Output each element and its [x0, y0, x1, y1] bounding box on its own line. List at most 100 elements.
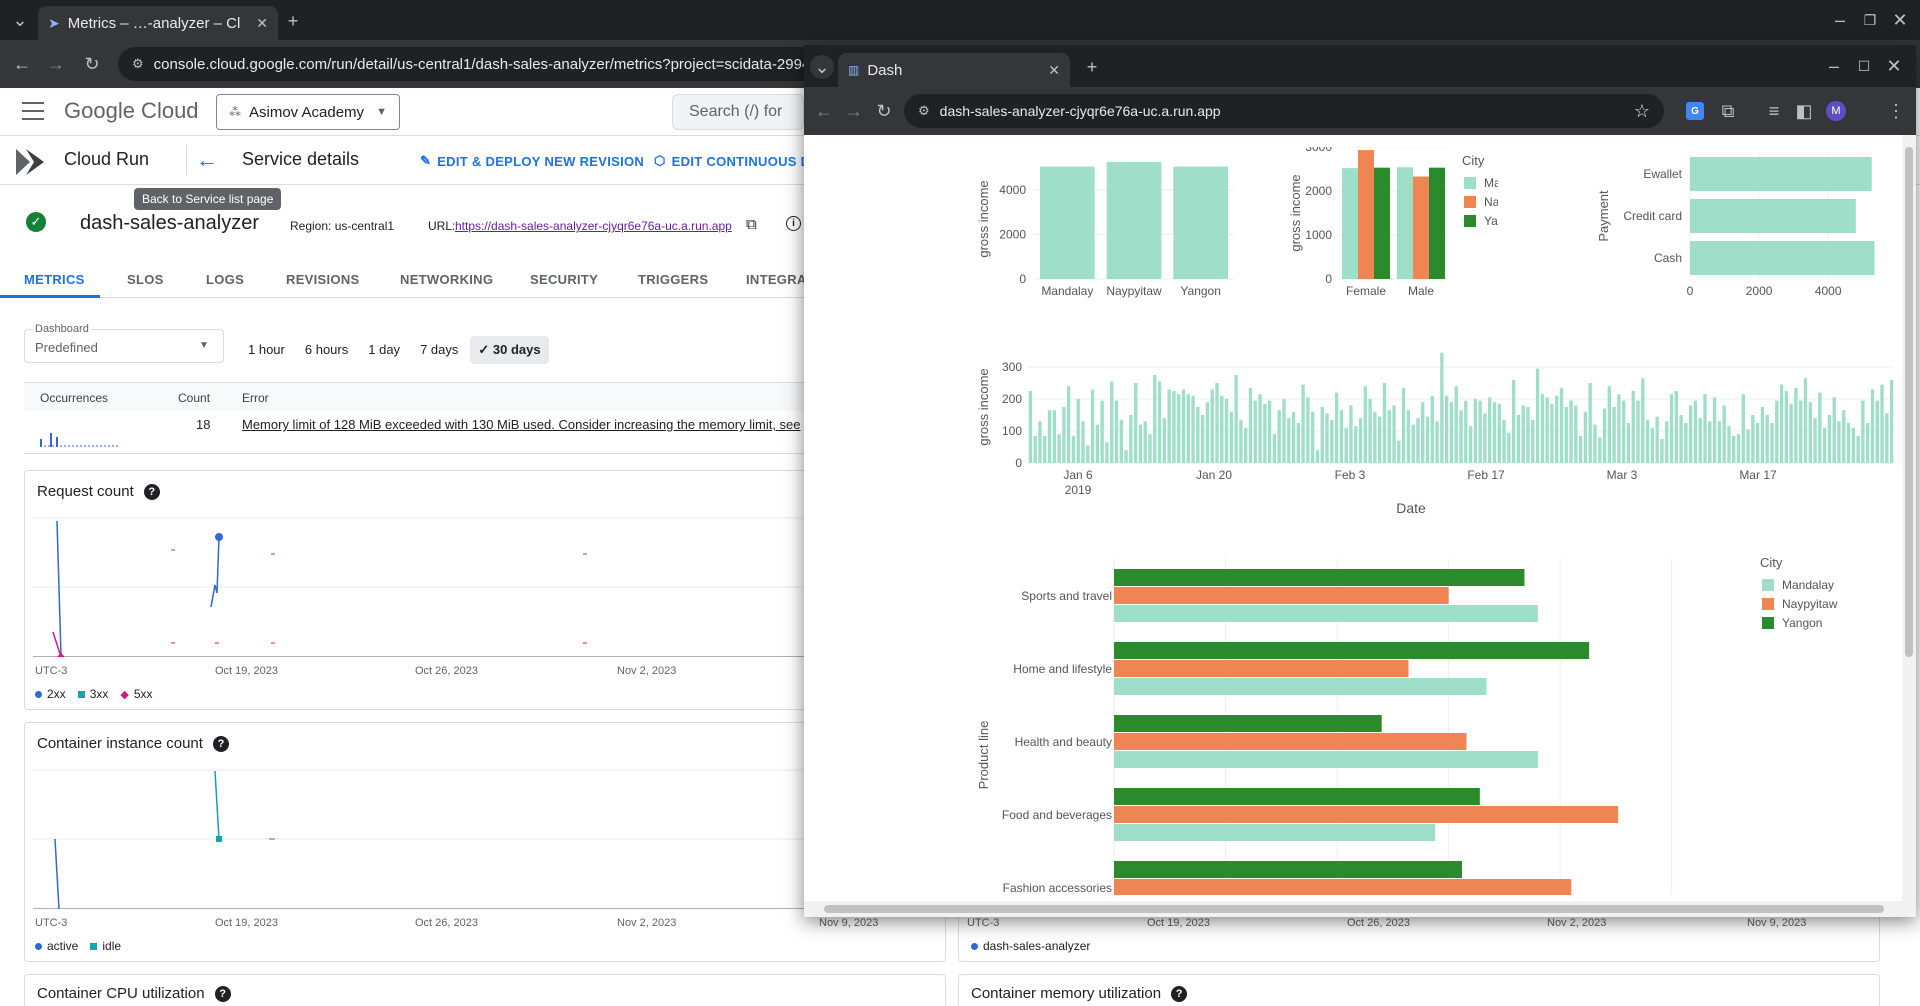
restore-icon[interactable]: ❐ [1860, 10, 1880, 30]
media-control-icon[interactable]: ≡ [1764, 101, 1784, 121]
date-bar [1775, 400, 1779, 463]
date-bar [1200, 415, 1205, 463]
tab-networking[interactable]: NETWORKING [400, 272, 493, 287]
error-message-link[interactable]: Memory limit of 128 MiB exceeded with 13… [242, 417, 801, 432]
back-icon[interactable]: ← [12, 54, 32, 74]
edit-continuous-button[interactable]: ⬡ EDIT CONTINUOUS DE [654, 153, 819, 169]
close-window-icon[interactable]: ✕ [1884, 56, 1904, 76]
x-tick-label: Mar 3 [1607, 468, 1638, 482]
date-bar [1157, 381, 1162, 463]
reload-icon[interactable]: ↻ [82, 54, 102, 74]
dash-tab[interactable]: ▥ Dash ✕ [838, 53, 1070, 87]
date-bar [1866, 423, 1870, 463]
hamburger-menu-icon[interactable] [22, 102, 44, 120]
tab-revisions[interactable]: REVISIONS [286, 272, 360, 287]
bar-naypyitaw-home-and-lifestyle [1114, 660, 1409, 677]
horizontal-scroll-thumb[interactable] [824, 905, 1884, 913]
tab-slos[interactable]: SLOS [127, 272, 164, 287]
horizontal-scrollbar[interactable] [804, 901, 1916, 917]
range-30-days-label: 30 days [492, 342, 541, 357]
edit-deploy-button[interactable]: ✎ EDIT & DEPLOY NEW REVISION [420, 153, 644, 169]
date-bar [1511, 379, 1516, 463]
new-tab-icon[interactable]: + [1080, 55, 1104, 79]
legend-5xx[interactable]: ◆ 5xx [120, 687, 152, 701]
vertical-scroll-thumb[interactable] [1905, 147, 1913, 657]
date-bar [1330, 419, 1334, 463]
dashboard-select[interactable]: Dashboard Predefined ▼ [24, 323, 224, 363]
tab-logs[interactable]: LOGS [206, 272, 244, 287]
help-icon[interactable]: ? [212, 735, 229, 752]
date-bar [1641, 378, 1645, 463]
service-url-link[interactable]: https://dash-sales-analyzer-cjyqr6e76a-u… [455, 219, 732, 233]
date-bar [1870, 389, 1875, 463]
google-cloud-logo[interactable]: Google Cloud [64, 98, 199, 124]
maximize-icon[interactable]: ☐ [1854, 56, 1874, 76]
range-1-day[interactable]: 1 day [360, 336, 408, 364]
more-menu-icon[interactable]: ⋮ [1886, 101, 1906, 121]
help-icon[interactable]: ? [214, 985, 231, 1002]
info-icon[interactable]: i [786, 216, 801, 231]
reload-icon[interactable]: ↻ [874, 101, 894, 121]
search-input[interactable]: Search (/) for res [672, 94, 804, 130]
legend-dash-sales-analyzer[interactable]: dash-sales-analyzer [971, 939, 1090, 953]
date-bar [1708, 421, 1712, 463]
back-icon[interactable]: ← [814, 101, 834, 121]
tab-triggers[interactable]: TRIGGERS [638, 272, 708, 287]
close-window-icon[interactable]: ✕ [1890, 10, 1910, 30]
range-1-hour[interactable]: 1 hour [240, 336, 293, 364]
tab-list-icon[interactable]: ⌄ [10, 10, 30, 30]
dash-app-content: 020004000MandalayNaypyitawYangonCitygros… [804, 135, 1916, 917]
legend-active[interactable]: active [35, 939, 78, 953]
minimize-icon[interactable]: – [1824, 56, 1844, 76]
help-icon[interactable]: ? [1171, 985, 1188, 1002]
tab-metrics[interactable]: METRICS [24, 272, 85, 287]
tab-security[interactable]: SECURITY [530, 272, 598, 287]
side-panel-icon[interactable]: ◧ [1794, 101, 1814, 121]
memory-title: Container memory utilization [971, 985, 1162, 1002]
date-bar [1722, 405, 1726, 463]
legend-3xx[interactable]: 3xx [77, 687, 108, 701]
translate-icon[interactable]: G [1686, 102, 1704, 120]
forward-icon[interactable]: → [46, 54, 66, 74]
date-bar [1497, 403, 1501, 463]
range-6-hours[interactable]: 6 hours [297, 336, 356, 364]
site-info-icon[interactable]: ⚙ [132, 56, 144, 72]
copy-icon[interactable]: ⧉ [746, 216, 757, 233]
x-tick-label: Yangon [1180, 284, 1220, 298]
close-tab-icon[interactable]: ✕ [1048, 62, 1060, 79]
date-bar [1650, 427, 1655, 463]
y-tick-label: Fashion accessories [1003, 881, 1112, 895]
gender-income-chart: 0 1000 2000 3000 Female Male Gender gross incom… [1288, 147, 1498, 307]
close-tab-icon[interactable]: ✕ [256, 15, 268, 32]
dropdown-arrow-icon: ▼ [199, 340, 209, 351]
help-icon[interactable]: ? [143, 483, 160, 500]
container-instance-chart [33, 769, 933, 909]
date-bar [1535, 368, 1540, 463]
bookmark-star-icon[interactable]: ☆ [1634, 101, 1650, 122]
new-tab-icon[interactable]: + [282, 10, 304, 32]
minimize-icon[interactable]: – [1830, 10, 1850, 30]
back-address-bar[interactable]: ⚙ console.cloud.google.com/run/detail/us… [118, 47, 818, 81]
profile-avatar[interactable]: M [1826, 101, 1846, 121]
forward-icon[interactable]: → [844, 101, 864, 121]
vertical-scrollbar[interactable] [1902, 135, 1916, 901]
bar-yangon-male [1429, 167, 1445, 279]
date-bar [1789, 403, 1793, 463]
legend-2xx[interactable]: 2xx [35, 687, 66, 701]
date-bar [1717, 421, 1722, 463]
back-arrow-icon[interactable]: ← [196, 147, 218, 173]
legend-idle[interactable]: idle [90, 939, 121, 953]
project-picker[interactable]: ⁂ Asimov Academy ▼ [216, 94, 400, 130]
tab-list-icon[interactable]: ⌄ [810, 55, 834, 79]
x-tick: Oct 19, 2023 [215, 917, 278, 929]
date-bar [1038, 421, 1042, 463]
extensions-icon[interactable]: ⧉ [1718, 101, 1738, 121]
back-tab[interactable]: ➤ Metrics – …-analyzer – Cl ✕ [38, 6, 278, 40]
dashboard-label: Dashboard [33, 323, 91, 335]
date-bar [1081, 421, 1085, 463]
project-icon: ⁂ [229, 105, 241, 119]
range-30-days[interactable]: ✓ 30 days [470, 336, 549, 364]
front-address-bar[interactable]: ⚙ dash-sales-analyzer-cjyqr6e76a-uc.a.ru… [904, 94, 1664, 128]
site-info-icon[interactable]: ⚙ [918, 103, 930, 119]
range-7-days[interactable]: 7 days [412, 336, 466, 364]
